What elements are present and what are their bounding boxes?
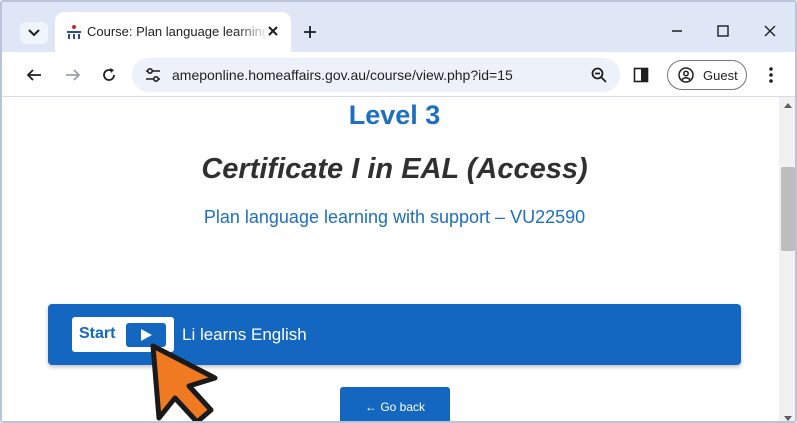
unit-subtitle: Plan language learning with support – VU… (203, 207, 586, 227)
side-panel-icon[interactable] (633, 67, 649, 83)
browser-window: Course: Plan language learning with supp… (0, 0, 797, 423)
forward-arrow-icon[interactable] (64, 66, 82, 84)
zoom-icon[interactable] (590, 66, 608, 84)
start-label: Start (79, 325, 116, 342)
tab-search-button[interactable] (20, 22, 48, 44)
url-text: ameponline.homeaffairs.gov.au/course/vie… (172, 67, 513, 83)
site-settings-icon[interactable] (144, 67, 162, 83)
profile-label: Guest (703, 68, 738, 83)
browser-toolbar: ameponline.homeaffairs.gov.au/course/vie… (2, 52, 795, 97)
scroll-down-arrow[interactable] (784, 416, 792, 421)
chevron-down-icon (28, 29, 40, 37)
amep-logo-icon (67, 25, 81, 39)
certificate-title: Certificate I in EAL (Access) (201, 153, 588, 185)
minimize-icon[interactable] (666, 20, 688, 42)
pointer-cursor-icon (150, 343, 218, 421)
guest-profile-icon (678, 67, 694, 83)
level-heading: Level 3 (348, 100, 441, 130)
tab-title: Course: Plan language learning with supp… (87, 24, 269, 39)
back-arrow-icon[interactable] (25, 66, 43, 84)
go-back-button[interactable]: ← Go back (340, 387, 450, 421)
tab-strip: Course: Plan language learning with supp… (2, 2, 795, 52)
close-icon[interactable] (265, 23, 281, 39)
address-bar[interactable]: ameponline.homeaffairs.gov.au/course/vie… (132, 58, 620, 92)
go-back-label: ← Go back (364, 400, 426, 414)
active-tab[interactable]: Course: Plan language learning with supp… (55, 12, 291, 52)
page-scrollbar[interactable] (779, 97, 795, 421)
profile-button[interactable]: Guest (667, 60, 747, 90)
more-menu-icon[interactable] (765, 65, 777, 85)
reload-icon[interactable] (100, 66, 118, 84)
page-content: Level 3 Certificate I in EAL (Access) Pl… (2, 97, 779, 421)
maximize-icon[interactable] (712, 20, 734, 42)
plus-icon[interactable] (300, 22, 320, 42)
window-close-icon[interactable] (759, 20, 781, 42)
scrollbar-thumb[interactable] (781, 167, 795, 251)
scroll-up-arrow[interactable] (784, 103, 792, 108)
